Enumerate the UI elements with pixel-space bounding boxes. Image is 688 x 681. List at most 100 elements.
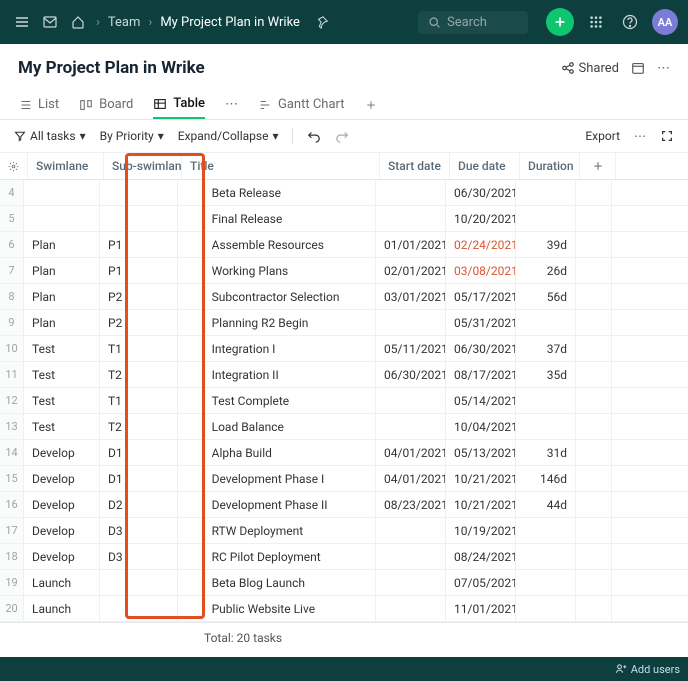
add-users-button[interactable]: Add users [631,663,680,676]
cell-title[interactable]: ›RC Pilot Deployment [178,544,376,569]
table-row[interactable]: 13TestT2›Load Balance10/04/2021 [0,414,688,440]
home-icon[interactable] [66,10,90,34]
cell-start[interactable]: 02/01/2021 [376,258,446,283]
toolbar-more-icon[interactable]: ⋯ [634,129,646,143]
table-row[interactable]: 19Launch›Beta Blog Launch07/05/2021 [0,570,688,596]
cell-title[interactable]: ›Planning R2 Begin [178,310,376,335]
cell-title[interactable]: ›Integration II [178,362,376,387]
cell-duration[interactable]: 35d [516,362,576,387]
pin-icon[interactable] [310,10,334,34]
cell-swimlane[interactable]: Test [24,362,100,387]
cell-duration[interactable] [516,388,576,413]
cell-start[interactable] [376,570,446,595]
breadcrumb-team[interactable]: Team [108,15,141,30]
cell-swimlane[interactable]: Launch [24,570,100,595]
view-gantt[interactable]: Gantt Chart [258,91,345,118]
add-view-button[interactable] [365,93,377,117]
cell-swimlane[interactable]: Develop [24,492,100,517]
col-start-date[interactable]: Start date [380,153,450,179]
cell-due[interactable]: 08/24/2021 [446,544,516,569]
cell-due[interactable]: 10/21/2021 [446,492,516,517]
table-row[interactable]: 15DevelopD1›Development Phase I04/01/202… [0,466,688,492]
calendar-icon[interactable] [631,61,645,75]
table-row[interactable]: 7PlanP1›Working Plans02/01/202103/08/202… [0,258,688,284]
cell-title[interactable]: ›Assemble Resources [178,232,376,257]
view-table[interactable]: Table [153,90,205,119]
cell-due[interactable]: 06/30/2021 [446,336,516,361]
chevron-right-icon[interactable]: › [202,420,206,434]
cell-sub-swimlane[interactable] [100,570,178,595]
chevron-right-icon[interactable]: › [202,472,206,486]
add-button[interactable] [546,8,574,36]
cell-swimlane[interactable] [24,206,100,231]
cell-due[interactable]: 07/05/2021 [446,570,516,595]
cell-swimlane[interactable]: Plan [24,284,100,309]
chevron-right-icon[interactable]: › [202,394,206,408]
avatar[interactable]: AA [652,9,678,35]
breadcrumb-project[interactable]: My Project Plan in Wrike [160,15,300,30]
cell-start[interactable]: 04/01/2021 [376,466,446,491]
cell-sub-swimlane[interactable] [100,206,178,231]
cell-swimlane[interactable]: Develop [24,518,100,543]
table-row[interactable]: 20Launch›Public Website Live11/01/2021 [0,596,688,622]
cell-title[interactable]: ›Load Balance [178,414,376,439]
cell-start[interactable]: 01/01/2021 [376,232,446,257]
table-row[interactable]: 6PlanP1›Assemble Resources01/01/202102/2… [0,232,688,258]
chevron-right-icon[interactable]: › [202,264,206,278]
cell-duration[interactable]: 44d [516,492,576,517]
table-row[interactable]: 8PlanP2›Subcontractor Selection03/01/202… [0,284,688,310]
cell-due[interactable]: 10/04/2021 [446,414,516,439]
cell-title[interactable]: ›Integration I [178,336,376,361]
cell-start[interactable] [376,206,446,231]
table-row[interactable]: 4›Beta Release06/30/2021 [0,180,688,206]
cell-sub-swimlane[interactable] [100,180,178,205]
cell-sub-swimlane[interactable]: D3 [100,518,178,543]
cell-start[interactable]: 06/30/2021 [376,362,446,387]
chevron-right-icon[interactable]: › [202,212,206,226]
filter-all-tasks[interactable]: All tasks▾ [14,129,86,143]
cell-due[interactable]: 10/19/2021 [446,518,516,543]
table-row[interactable]: 11TestT2›Integration II06/30/202108/17/2… [0,362,688,388]
cell-start[interactable] [376,414,446,439]
cell-due[interactable]: 05/17/2021 [446,284,516,309]
cell-title[interactable]: ›Final Release [178,206,376,231]
table-row[interactable]: 17DevelopD3›RTW Deployment10/19/2021 [0,518,688,544]
sort-priority[interactable]: By Priority▾ [100,129,164,143]
cell-start[interactable]: 04/01/2021 [376,440,446,465]
cell-title[interactable]: ›Subcontractor Selection [178,284,376,309]
cell-start[interactable] [376,544,446,569]
chevron-right-icon[interactable]: › [202,186,206,200]
cell-sub-swimlane[interactable]: T1 [100,336,178,361]
col-swimlane[interactable]: Swimlane [28,153,104,179]
cell-title[interactable]: ›Public Website Live [178,596,376,621]
cell-duration[interactable] [516,596,576,621]
cell-sub-swimlane[interactable]: T2 [100,362,178,387]
chevron-right-icon[interactable]: › [202,316,206,330]
cell-title[interactable]: ›Beta Release [178,180,376,205]
cell-sub-swimlane[interactable]: D3 [100,544,178,569]
redo-button[interactable] [335,129,349,143]
cell-title[interactable]: ›Working Plans [178,258,376,283]
table-row[interactable]: 16DevelopD2›Development Phase II08/23/20… [0,492,688,518]
cell-duration[interactable] [516,310,576,335]
cell-start[interactable] [376,310,446,335]
more-icon[interactable]: ⋯ [657,61,670,76]
cell-sub-swimlane[interactable]: D1 [100,466,178,491]
cell-due[interactable]: 10/20/2021 [446,206,516,231]
cell-swimlane[interactable]: Plan [24,258,100,283]
cell-duration[interactable]: 56d [516,284,576,309]
cell-duration[interactable]: 31d [516,440,576,465]
mail-icon[interactable] [38,10,62,34]
cell-start[interactable]: 03/01/2021 [376,284,446,309]
cell-duration[interactable] [516,570,576,595]
cell-sub-swimlane[interactable]: T1 [100,388,178,413]
chevron-right-icon[interactable]: › [202,602,206,616]
cell-due[interactable]: 05/31/2021 [446,310,516,335]
cell-sub-swimlane[interactable]: P2 [100,284,178,309]
col-duration[interactable]: Duration [520,153,580,179]
chevron-right-icon[interactable]: › [202,368,206,382]
chevron-right-icon[interactable]: › [202,524,206,538]
cell-swimlane[interactable]: Test [24,336,100,361]
cell-start[interactable] [376,518,446,543]
cell-swimlane[interactable]: Launch [24,596,100,621]
